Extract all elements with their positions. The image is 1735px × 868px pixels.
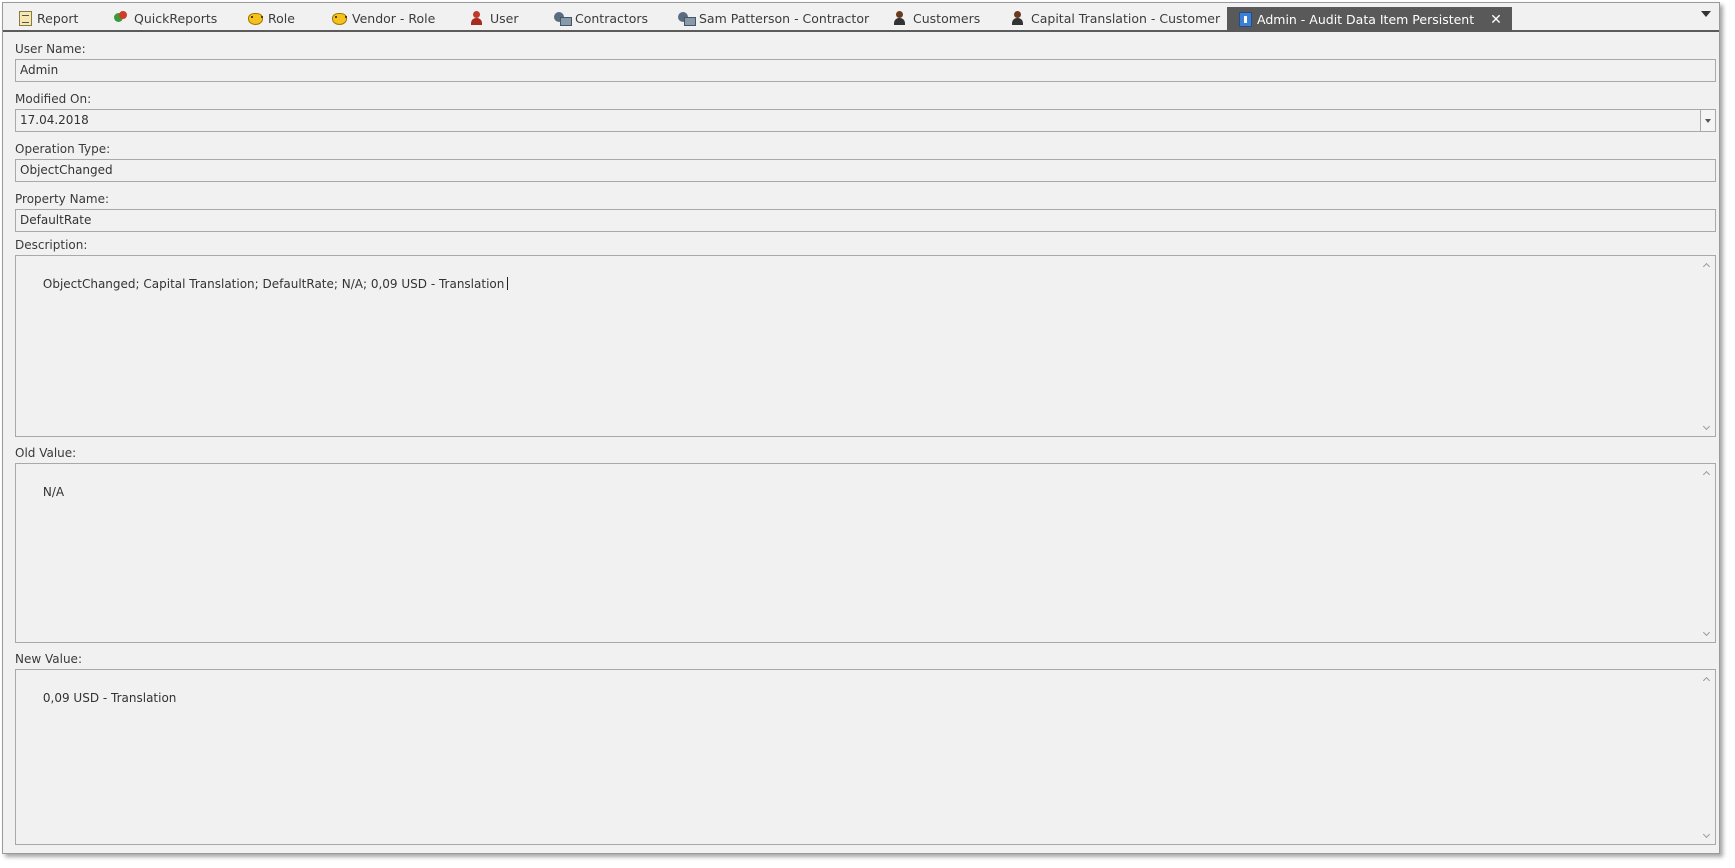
tab-vendor-role[interactable]: Vendor - Role bbox=[331, 6, 435, 30]
modified-on-field[interactable]: 17.04.2018 bbox=[15, 109, 1716, 132]
tab-overflow-dropdown-icon[interactable] bbox=[1701, 11, 1711, 17]
description-text: ObjectChanged; Capital Translation; Defa… bbox=[42, 277, 505, 291]
tab-contractors[interactable]: Contractors bbox=[554, 6, 648, 30]
tab-label: Admin - Audit Data Item Persistent bbox=[1257, 12, 1475, 27]
tab-label: Customers bbox=[913, 10, 981, 26]
report-icon bbox=[19, 10, 32, 26]
user-name-field[interactable]: Admin bbox=[15, 59, 1716, 82]
tab-label: Vendor - Role bbox=[352, 10, 436, 26]
audit-icon bbox=[1239, 12, 1252, 27]
tab-label: Contractors bbox=[575, 10, 649, 26]
tab-sam-patterson-contractor[interactable]: Sam Patterson - Contractor bbox=[678, 6, 869, 30]
audit-window: Report QuickReports Role Vendor - Role U… bbox=[2, 2, 1720, 854]
property-name-field[interactable]: DefaultRate bbox=[15, 209, 1716, 232]
tab-label: User bbox=[490, 10, 519, 26]
scroll-up-icon[interactable] bbox=[1703, 469, 1710, 476]
old-value-text: N/A bbox=[42, 485, 65, 499]
modified-on-label: Modified On: bbox=[15, 92, 92, 106]
operation-type-field[interactable]: ObjectChanged bbox=[15, 159, 1716, 182]
scroll-down-icon[interactable] bbox=[1703, 424, 1710, 431]
tab-quickreports[interactable]: QuickReports bbox=[113, 6, 217, 30]
tab-label: Report bbox=[37, 10, 79, 26]
old-value-label: Old Value: bbox=[15, 446, 77, 460]
tab-capital-translation-customer[interactable]: Capital Translation - Customer bbox=[1010, 6, 1220, 30]
tab-customers[interactable]: Customers bbox=[892, 6, 980, 30]
tab-strip: Report QuickReports Role Vendor - Role U… bbox=[3, 3, 1719, 32]
customer-icon bbox=[892, 10, 908, 26]
role-mask-icon bbox=[331, 10, 347, 26]
user-icon bbox=[469, 10, 485, 26]
description-label: Description: bbox=[15, 238, 88, 252]
tab-admin-audit-data-item-persistent[interactable]: Admin - Audit Data Item Persistent ✕ bbox=[1227, 7, 1512, 32]
old-value-field[interactable]: N/A bbox=[15, 463, 1716, 643]
tab-label: QuickReports bbox=[134, 10, 218, 26]
date-dropdown-button[interactable] bbox=[1700, 110, 1715, 131]
contractor-icon bbox=[678, 10, 696, 26]
customer-icon bbox=[1010, 10, 1026, 26]
new-value-label: New Value: bbox=[15, 652, 82, 666]
tab-role[interactable]: Role bbox=[247, 6, 295, 30]
role-mask-icon bbox=[247, 10, 263, 26]
quick-reports-icon bbox=[113, 10, 129, 26]
tab-label: Role bbox=[268, 10, 295, 26]
user-name-label: User Name: bbox=[15, 42, 86, 56]
text-caret bbox=[507, 277, 509, 290]
tab-user[interactable]: User bbox=[469, 6, 519, 30]
scroll-down-icon[interactable] bbox=[1703, 832, 1710, 839]
close-icon[interactable]: ✕ bbox=[1490, 12, 1502, 28]
contractor-icon bbox=[554, 10, 572, 26]
tab-label: Sam Patterson - Contractor bbox=[699, 10, 870, 26]
scroll-up-icon[interactable] bbox=[1703, 261, 1710, 268]
modified-on-value: 17.04.2018 bbox=[20, 113, 89, 127]
new-value-text: 0,09 USD - Translation bbox=[42, 691, 177, 705]
operation-type-label: Operation Type: bbox=[15, 142, 111, 156]
description-field[interactable]: ObjectChanged; Capital Translation; Defa… bbox=[15, 255, 1716, 437]
new-value-field[interactable]: 0,09 USD - Translation bbox=[15, 669, 1716, 845]
tab-report[interactable]: Report bbox=[17, 6, 78, 30]
scroll-down-icon[interactable] bbox=[1703, 630, 1710, 637]
property-name-label: Property Name: bbox=[15, 192, 110, 206]
tab-label: Capital Translation - Customer bbox=[1031, 10, 1221, 26]
scroll-up-icon[interactable] bbox=[1703, 675, 1710, 682]
